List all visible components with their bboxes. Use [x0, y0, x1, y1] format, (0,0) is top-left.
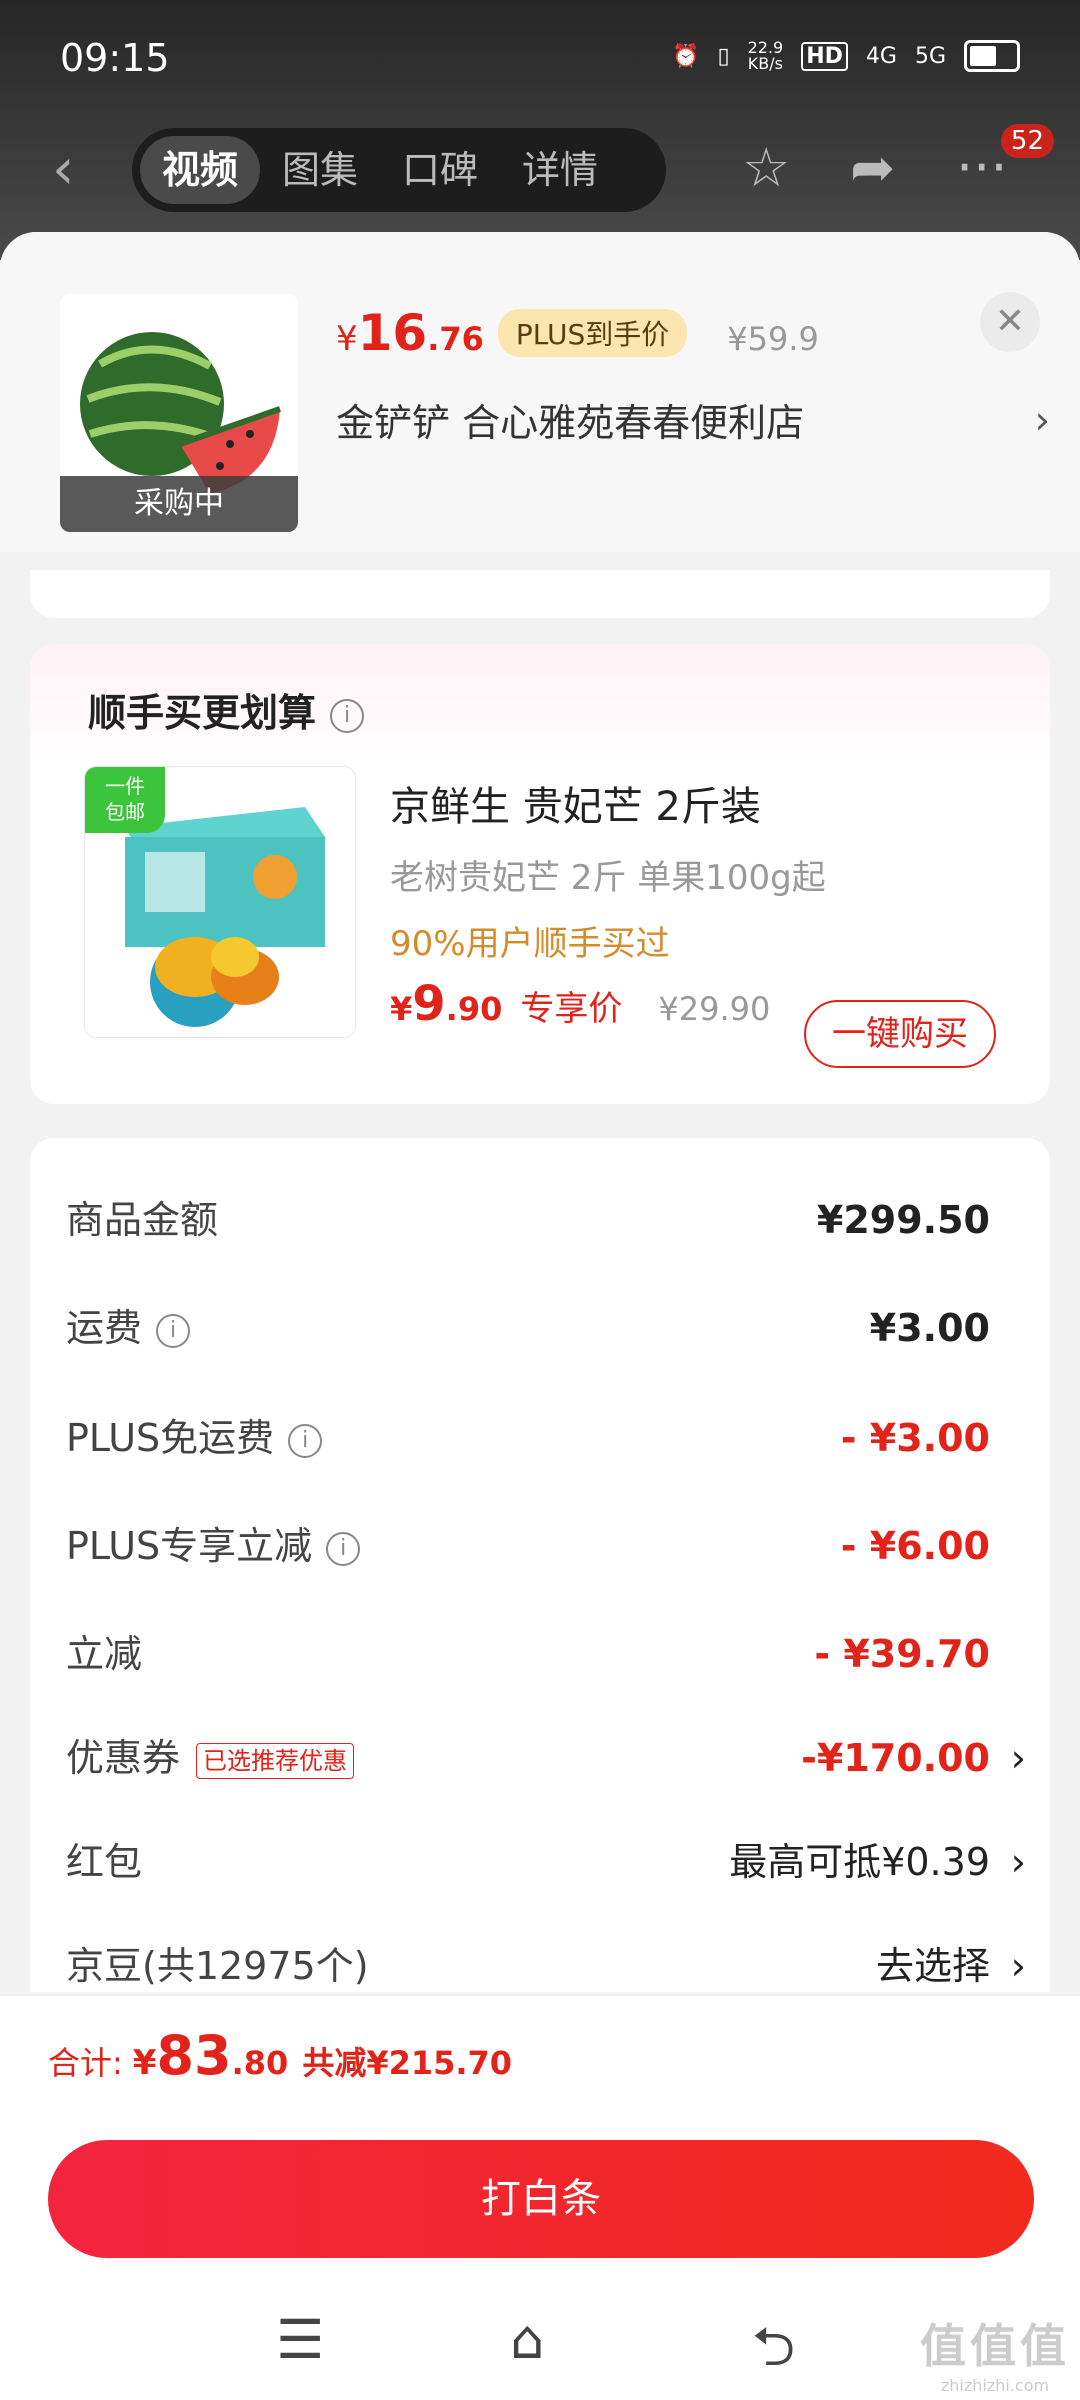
tab-reviews[interactable]: 口碑 [380, 136, 500, 204]
addon-price: ¥ 9 .90 专享价 ¥29.90 [390, 976, 771, 1032]
status-time: 09:15 [60, 36, 170, 80]
free-shipping-tag: 一件 包邮 [85, 767, 165, 833]
chevron-right-icon[interactable]: › [1011, 1936, 1026, 1992]
close-icon[interactable]: ✕ [980, 292, 1040, 352]
signal-4g-icon: 4G [865, 43, 897, 69]
order-total: 合计: ¥ 83 .80 共减¥215.70 [48, 2024, 513, 2087]
one-click-buy-button[interactable]: 一键购买 [804, 1000, 996, 1068]
system-nav-bar: ☰ ⌂ ⮌ [0, 2288, 1080, 2398]
chevron-right-icon[interactable]: › [1011, 1728, 1026, 1788]
section-divider [30, 570, 1050, 618]
chevron-right-icon[interactable]: › [1035, 398, 1050, 442]
message-count-badge: 52 [1000, 124, 1054, 158]
info-icon[interactable]: i [330, 698, 365, 733]
summary-row-red-packet[interactable]: 红包 最高可抵¥0.39 › [66, 1832, 1026, 1892]
info-icon[interactable]: i [156, 1313, 191, 1348]
addon-hint: 90%用户顺手买过 [390, 924, 670, 964]
checkout-sheet: 采购中 ¥ 16 .76 PLUS到手价 ¥59.9 ✕ 金铲铲 合心雅苑春春便… [0, 232, 1080, 1992]
addon-card: 顺手买更划算 i 一件 包邮 京鲜生 贵妃芒 2斤装 老树贵妃芒 2斤 单果100g… [30, 644, 1050, 1104]
price-summary-card: 商品金额 ¥299.50 运费 i ¥3.00 PLUS免运费 i - ¥3.00 … [30, 1138, 1050, 1992]
tab-details[interactable]: 详情 [500, 136, 620, 204]
recommended-coupon-tag: 已选推荐优惠 [196, 1742, 355, 1779]
checkout-footer: 合计: ¥ 83 .80 共减¥215.70 打白条 ☰ ⌂ ⮌ 值值值 zhi… [0, 1994, 1080, 2400]
tab-gallery[interactable]: 图集 [260, 136, 380, 204]
mango-image[interactable]: 一件 包邮 [84, 766, 356, 1038]
summary-row-coupon[interactable]: 优惠券 已选推荐优惠 -¥170.00 › [66, 1728, 1026, 1788]
watermark-logo: 值值值 zhizhizhi.com [920, 2319, 1070, 2395]
total-saved: 共减¥215.70 [302, 2044, 513, 2082]
top-nav: ‹ 视频 图集 口碑 详情 ☆ ➦ ··· 52 [0, 120, 1080, 220]
plus-price-tag: PLUS到手价 [497, 309, 688, 357]
summary-row-subtotal: 商品金额 ¥299.50 [66, 1198, 990, 1242]
addon-spec: 老树贵妃芒 2斤 单果100g起 [390, 858, 826, 898]
product-thumbnail[interactable]: 采购中 [60, 294, 298, 532]
hd-icon: HD [801, 41, 848, 71]
share-icon[interactable]: ➦ [850, 138, 895, 198]
menu-icon[interactable]: ☰ [276, 2308, 324, 2371]
divider [0, 1994, 1080, 1996]
product-header: 采购中 ¥ 16 .76 PLUS到手价 ¥59.9 ✕ 金铲铲 合心雅苑春春便… [0, 232, 1080, 552]
purchasing-label: 采购中 [60, 476, 298, 532]
signal-5g-icon: 5G [914, 43, 946, 69]
back-icon[interactable]: ‹ [52, 142, 74, 198]
summary-row-jd-beans[interactable]: 京豆(共12975个) 去选择 › [66, 1936, 1026, 1992]
addon-name[interactable]: 京鲜生 贵妃芒 2斤装 [390, 774, 761, 832]
tab-video[interactable]: 视频 [140, 136, 261, 204]
info-icon[interactable]: i [326, 1531, 361, 1566]
status-bar: 09:15 ⏰ ▯ 22.9 KB/s HD 4G 5G [0, 0, 1080, 120]
store-name[interactable]: 金铲铲 合心雅苑春春便利店 [336, 392, 804, 447]
product-price: ¥ 16 .76 PLUS到手价 ¥59.9 [336, 304, 819, 362]
summary-row-instant-discount: 立减 - ¥39.70 [66, 1632, 990, 1676]
star-icon[interactable]: ☆ [742, 138, 790, 198]
chevron-right-icon[interactable]: › [1011, 1832, 1026, 1892]
more-icon[interactable]: ··· [956, 138, 1008, 198]
alarm-icon: ⏰ [672, 43, 700, 69]
vibrate-icon: ▯ [717, 43, 730, 69]
summary-row-plus-discount: PLUS专享立减 i - ¥6.00 [66, 1524, 990, 1568]
home-icon[interactable]: ⌂ [510, 2308, 544, 2371]
pay-baitiao-button[interactable]: 打白条 [48, 2140, 1034, 2258]
original-price: ¥59.9 [727, 320, 819, 358]
addon-title: 顺手买更划算 i [88, 682, 365, 737]
back-nav-icon[interactable]: ⮌ [752, 2308, 795, 2400]
status-icons: ⏰ ▯ 22.9 KB/s HD 4G 5G [672, 40, 1020, 72]
net-speed: 22.9 KB/s [747, 38, 784, 73]
tab-bar: 视频 图集 口碑 详情 [132, 128, 666, 212]
summary-row-shipping: 运费 i ¥3.00 [66, 1306, 990, 1350]
summary-row-plus-free-shipping: PLUS免运费 i - ¥3.00 [66, 1416, 990, 1460]
info-icon[interactable]: i [288, 1423, 323, 1458]
battery-icon [964, 40, 1020, 72]
